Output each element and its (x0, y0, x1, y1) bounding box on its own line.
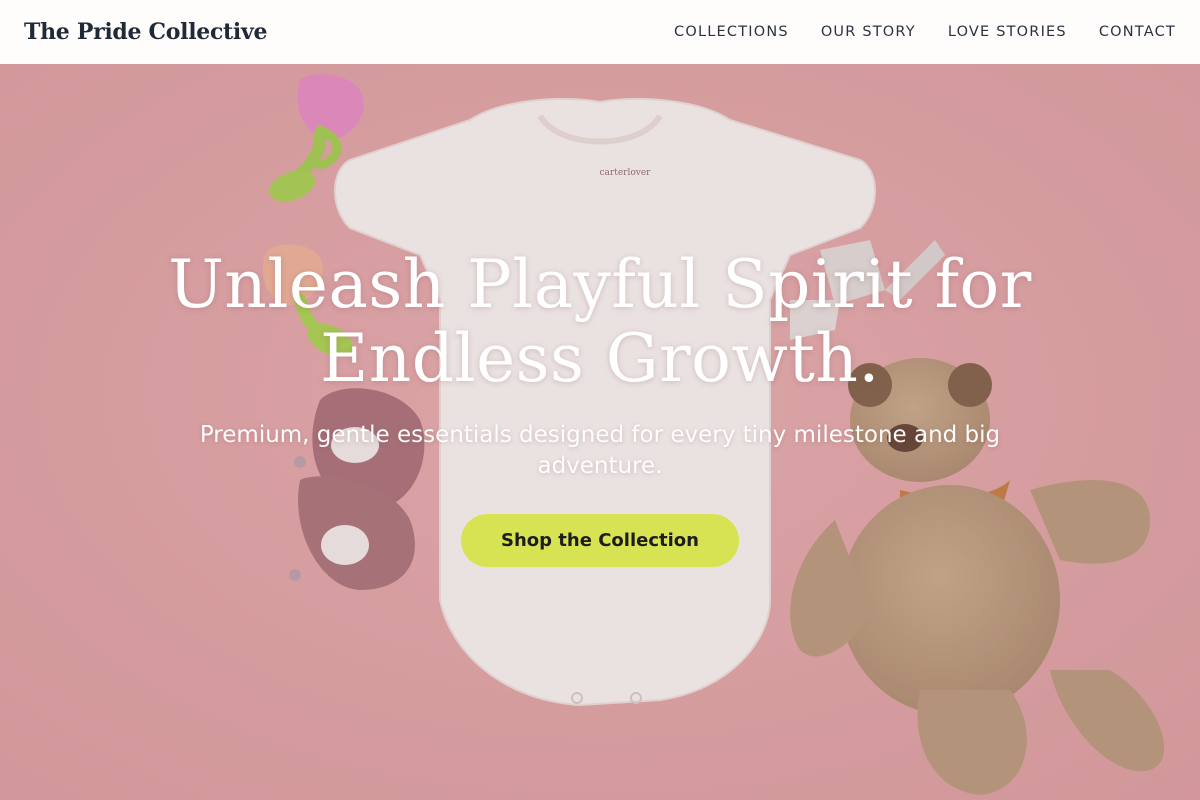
hero-content: Unleash Playful Spirit for Endless Growt… (150, 248, 1050, 567)
brand-logo[interactable]: The Pride Collective (24, 19, 267, 45)
headline-line-1: Unleash Playful Spirit for (168, 246, 1032, 323)
nav-contact[interactable]: CONTACT (1099, 24, 1176, 40)
nav-love-stories[interactable]: LOVE STORIES (948, 24, 1067, 40)
shop-collection-button[interactable]: Shop the Collection (461, 514, 739, 567)
hero-section: carterlover Unleash Playful Spirit for E… (0, 64, 1200, 800)
headline-line-2: Endless Growth. (320, 320, 880, 397)
nav-collections[interactable]: COLLECTIONS (674, 24, 789, 40)
site-header: The Pride Collective COLLECTIONS OUR STO… (0, 0, 1200, 64)
nav-our-story[interactable]: OUR STORY (821, 24, 916, 40)
hero-headline: Unleash Playful Spirit for Endless Growt… (150, 248, 1050, 396)
main-nav: COLLECTIONS OUR STORY LOVE STORIES CONTA… (674, 24, 1176, 40)
hero-subheading: Premium, gentle essentials designed for … (199, 422, 1001, 479)
